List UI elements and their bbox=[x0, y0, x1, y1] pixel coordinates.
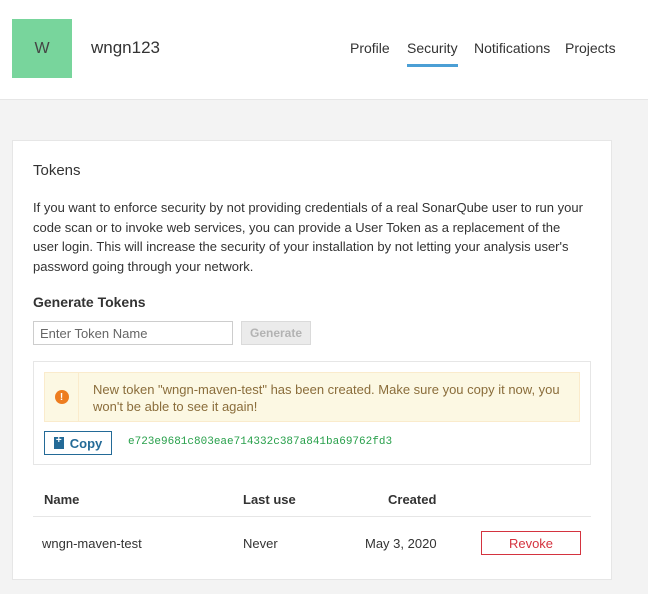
token-name-input[interactable] bbox=[33, 321, 233, 345]
tokens-card: Tokens If you want to enforce security b… bbox=[12, 140, 612, 580]
page-header: W wngn123 Profile Security Notifications… bbox=[0, 0, 648, 100]
account-nav: Profile Security Notifications Projects bbox=[0, 40, 648, 70]
column-header-last-use: Last use bbox=[243, 492, 296, 507]
nav-notifications[interactable]: Notifications bbox=[474, 40, 550, 64]
column-header-name: Name bbox=[44, 492, 80, 507]
new-token-panel: ! New token "wngn-maven-test" has been c… bbox=[33, 361, 591, 465]
column-header-created: Created bbox=[388, 492, 437, 507]
token-name-cell: wngn-maven-test bbox=[42, 536, 142, 551]
clipboard-icon bbox=[53, 435, 64, 449]
revoke-button[interactable]: Revoke bbox=[481, 531, 581, 555]
table-divider bbox=[33, 516, 591, 517]
token-value: e723e9681c803eae714332c387a841ba69762fd3 bbox=[128, 436, 393, 448]
alert-icon-container: ! bbox=[45, 373, 79, 421]
copy-button[interactable]: Copy bbox=[44, 431, 112, 455]
copy-label: Copy bbox=[69, 435, 103, 451]
alert-message: New token "wngn-maven-test" has been cre… bbox=[93, 382, 560, 414]
token-last-use-cell: Never bbox=[243, 536, 278, 551]
tokens-description: If you want to enforce security by not p… bbox=[33, 200, 583, 274]
token-created-alert: ! New token "wngn-maven-test" has been c… bbox=[44, 372, 580, 422]
tokens-title: Tokens bbox=[33, 162, 81, 179]
nav-profile[interactable]: Profile bbox=[350, 40, 390, 64]
warning-circle-icon: ! bbox=[54, 390, 69, 404]
nav-security[interactable]: Security bbox=[407, 40, 458, 67]
nav-projects[interactable]: Projects bbox=[565, 40, 616, 64]
token-created-cell: May 3, 2020 bbox=[365, 536, 437, 551]
generate-button[interactable]: Generate bbox=[241, 321, 311, 345]
generate-tokens-title: Generate Tokens bbox=[33, 294, 146, 310]
